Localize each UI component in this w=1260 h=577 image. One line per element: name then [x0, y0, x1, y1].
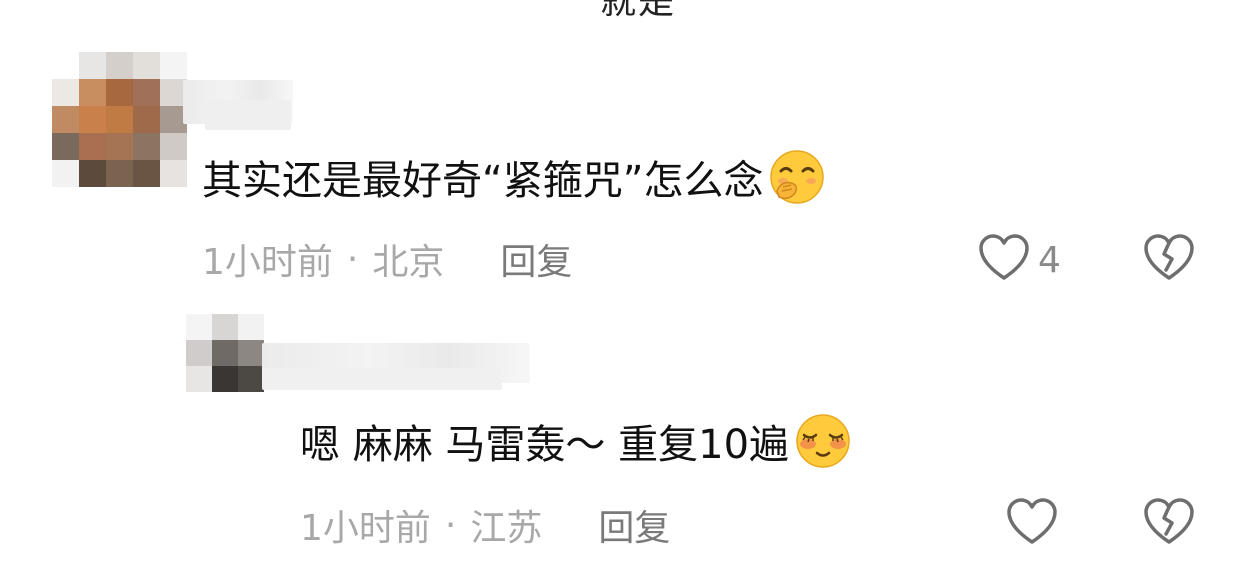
- heart-outline-icon: [1004, 496, 1060, 552]
- like-button[interactable]: 4: [976, 232, 1061, 288]
- comment-text: 其实还是最好奇“紧箍咒”怎么念: [202, 150, 827, 204]
- reply-username-blurred-shadow: [262, 368, 502, 390]
- reply-body: 嗯 麻麻 马雷轰～ 重复10遍: [300, 422, 790, 468]
- heart-outline-icon: [976, 232, 1032, 288]
- comment-location: 北京: [372, 242, 445, 283]
- meta-separator: ·: [346, 238, 359, 280]
- hand-over-mouth-smiling-emoji-icon: [767, 147, 827, 207]
- username-blurred-shadow: [205, 100, 291, 130]
- header-cut-text: 就是: [600, 0, 677, 22]
- reply-meta: 1小时前 · 江苏 回复: [300, 500, 670, 550]
- blushing-smile-emoji-icon: [793, 411, 853, 471]
- dislike-button[interactable]: [1142, 232, 1196, 288]
- reply-button[interactable]: 回复: [598, 499, 670, 551]
- broken-heart-outline-icon: [1142, 234, 1196, 288]
- like-count: 4: [1038, 239, 1061, 281]
- comment-body: 其实还是最好奇“紧箍咒”怎么念: [202, 158, 764, 204]
- reply-text: 嗯 麻麻 马雷轰～ 重复10遍: [300, 414, 853, 468]
- avatar[interactable]: [52, 52, 187, 187]
- reply-location: 江苏: [470, 508, 543, 549]
- reply-like-button[interactable]: [1004, 496, 1060, 552]
- comment-time: 1小时前: [202, 242, 333, 283]
- comment-meta: 1小时前 · 北京 回复: [202, 234, 572, 284]
- broken-heart-outline-icon: [1142, 498, 1196, 552]
- meta-separator: ·: [444, 504, 457, 546]
- reply-dislike-button[interactable]: [1142, 496, 1196, 552]
- reply-button[interactable]: 回复: [500, 233, 572, 285]
- reply-time: 1小时前: [300, 508, 431, 549]
- reply-avatar[interactable]: [186, 314, 264, 392]
